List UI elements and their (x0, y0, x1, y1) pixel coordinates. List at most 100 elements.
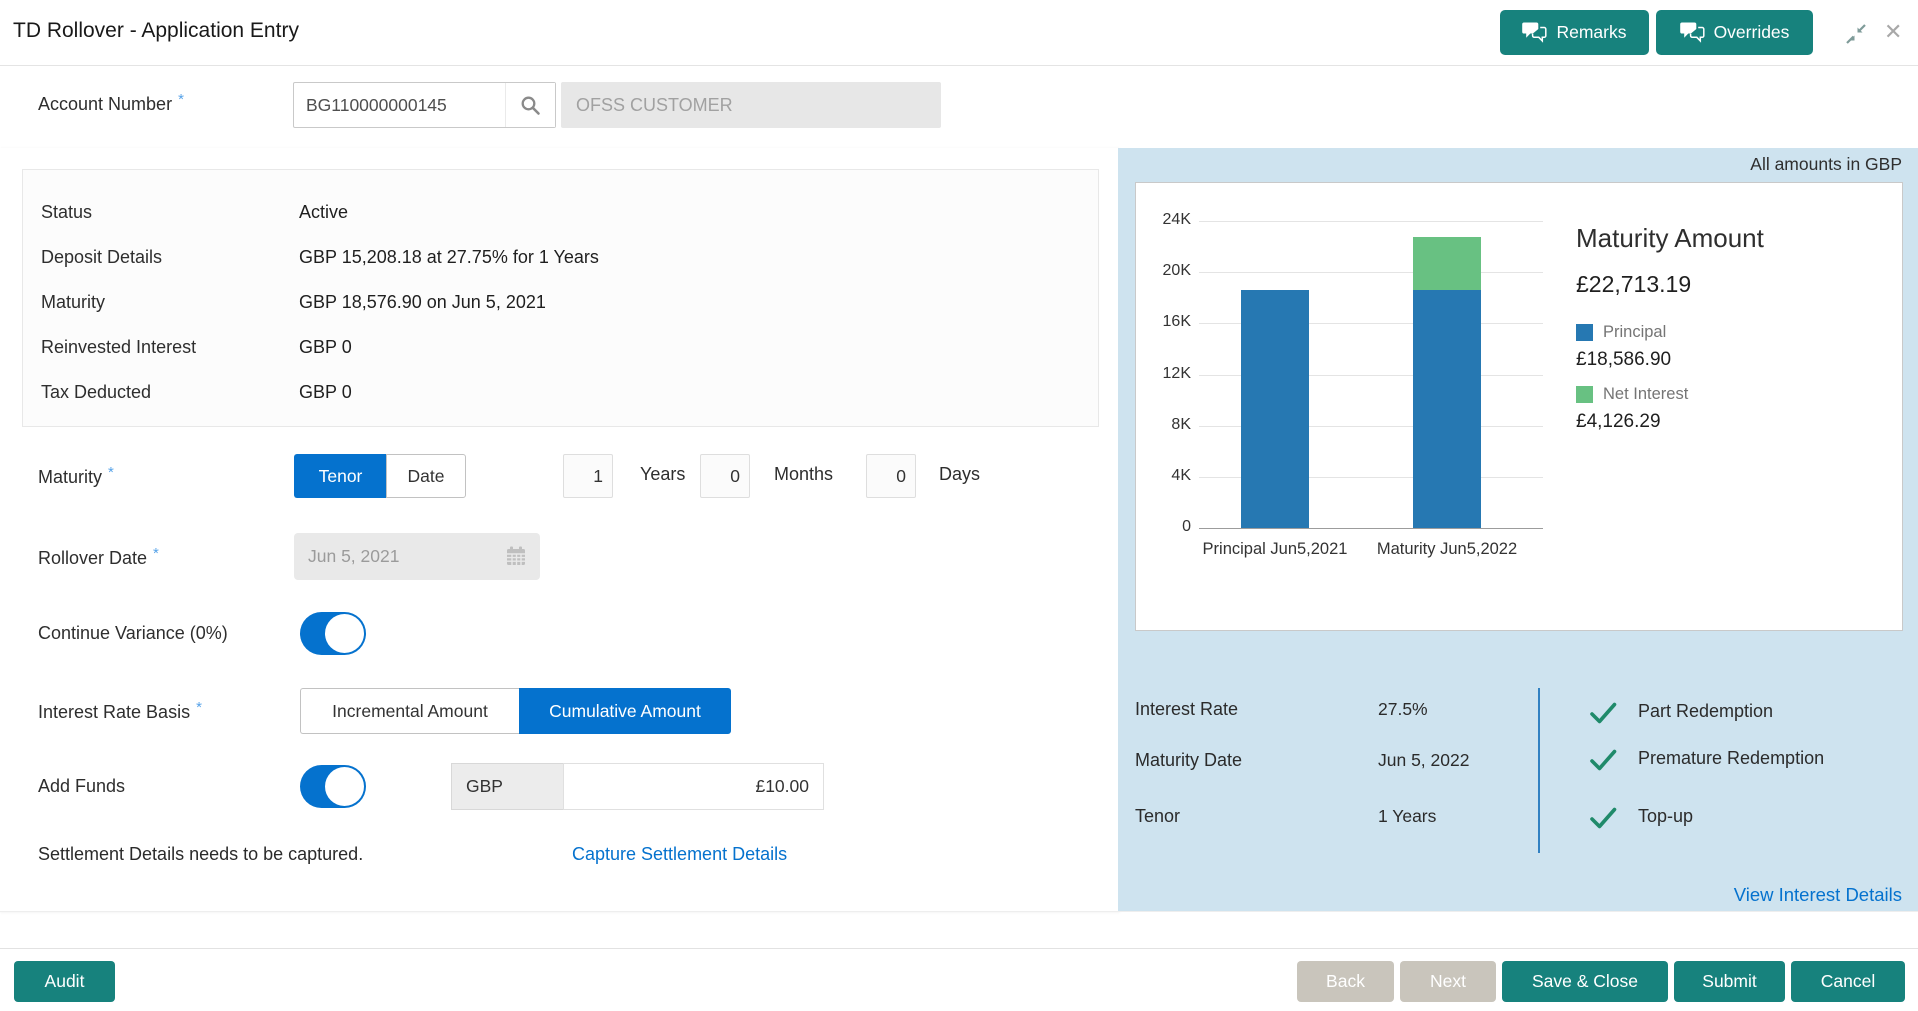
days-label: Days (939, 464, 981, 484)
years-input[interactable] (564, 455, 612, 497)
account-search-button[interactable] (505, 83, 555, 127)
content-separator (0, 911, 1918, 912)
x-axis-line (1199, 528, 1543, 529)
next-button: Next (1400, 961, 1496, 1002)
vertical-divider (1538, 688, 1540, 853)
y-axis-tick-label: 0 (1182, 518, 1191, 535)
summary-row-tax-deducted: Tax Deducted GBP 0 (41, 382, 352, 402)
continue-variance-label: Continue Variance (0%) (38, 623, 228, 643)
rollover-date-field (294, 533, 540, 580)
y-axis-tick-label: 12K (1162, 364, 1191, 382)
bar-principal (1413, 290, 1481, 528)
interest-rate-label: Interest Rate (1135, 699, 1239, 719)
summary-row-reinvested-interest: Reinvested Interest GBP 0 (41, 337, 352, 357)
months-input-box (700, 454, 750, 498)
save-and-close-button[interactable]: Save & Close (1502, 961, 1668, 1002)
months-input[interactable] (701, 455, 749, 497)
account-number-field-group (293, 82, 556, 128)
simulation-panel: All amounts in GBP 24K 20K 16K 12K 8K 4K 0 Prin… (1118, 148, 1918, 911)
legend-value-principal: £18,586.90 (1576, 349, 1672, 370)
customer-name-field: OFSS CUSTOMER (561, 82, 941, 128)
amounts-currency-note: All amounts in GBP (1750, 154, 1902, 174)
incremental-amount-option-button[interactable]: Incremental Amount (300, 688, 519, 734)
continue-variance-toggle[interactable] (300, 612, 366, 655)
required-asterisk: * (196, 699, 202, 716)
cancel-button[interactable]: Cancel (1791, 961, 1905, 1002)
days-input[interactable] (867, 455, 915, 497)
legend-item-principal: Principal (1576, 323, 1666, 342)
check-icon (1588, 700, 1618, 731)
capture-settlement-details-link[interactable]: Capture Settlement Details (572, 844, 787, 865)
bar-principal (1241, 290, 1309, 528)
remarks-button[interactable]: Remarks (1500, 10, 1649, 55)
tenor-option-button[interactable]: Tenor (294, 454, 386, 498)
legend-swatch (1576, 324, 1593, 341)
required-asterisk: * (153, 545, 159, 562)
search-icon (520, 95, 541, 116)
years-label: Years (640, 464, 686, 484)
view-interest-details-link[interactable]: View Interest Details (1734, 884, 1902, 906)
maturity-amount-value: £22,713.19 (1576, 271, 1692, 297)
overrides-icon (1679, 22, 1705, 43)
maturity-date-value: Jun 5, 2022 (1378, 750, 1470, 770)
td-rollover-application-entry: TD Rollover - Application Entry Remarks … (0, 0, 1918, 1011)
deposit-summary-card: Status Active Deposit Details GBP 15,208.1… (22, 169, 1099, 427)
legend-swatch (1576, 386, 1593, 403)
feature-part-redemption: Part Redemption (1638, 701, 1774, 721)
interest-rate-basis-segmented-control: Incremental Amount Cumulative Amount (300, 688, 731, 734)
gridline (1199, 221, 1543, 222)
tenor-value: 1 Years (1378, 806, 1437, 826)
days-input-box (866, 454, 916, 498)
check-icon (1588, 805, 1618, 836)
close-icon[interactable]: ✕ (1884, 17, 1902, 47)
y-axis-tick-label: 20K (1162, 262, 1191, 280)
calendar-icon (505, 545, 527, 572)
y-axis-tick-label: 4K (1171, 466, 1191, 484)
tenor-label: Tenor (1135, 806, 1181, 826)
submit-button[interactable]: Submit (1674, 961, 1785, 1002)
gridline (1199, 272, 1543, 273)
check-icon (1588, 747, 1618, 778)
remarks-icon (1522, 22, 1548, 43)
audit-button[interactable]: Audit (14, 961, 115, 1002)
add-funds-toggle[interactable] (300, 765, 366, 808)
years-input-box (563, 454, 613, 498)
feature-top-up: Top-up (1638, 806, 1694, 826)
account-number-input[interactable] (294, 83, 505, 127)
toggle-knob (325, 767, 364, 806)
add-funds-label: Add Funds (38, 776, 126, 796)
required-asterisk: * (178, 91, 184, 108)
summary-row-maturity: Maturity GBP 18,576.90 on Jun 5, 2021 (41, 292, 546, 312)
required-asterisk: * (108, 464, 114, 481)
date-option-button[interactable]: Date (386, 454, 466, 498)
toggle-knob (325, 614, 364, 653)
maturity-type-segmented-control: Tenor Date (294, 454, 466, 498)
remarks-button-label: Remarks (1556, 22, 1627, 42)
cumulative-amount-option-button[interactable]: Cumulative Amount (519, 688, 731, 734)
feature-premature-redemption: Premature Redemption (1638, 748, 1825, 768)
add-funds-amount-field (563, 763, 824, 810)
back-button: Back (1297, 961, 1394, 1002)
summary-row-deposit-details: Deposit Details GBP 15,208.18 at 27.75% f… (41, 247, 599, 267)
interest-rate-basis-label: Interest Rate Basis * (38, 699, 202, 722)
header: TD Rollover - Application Entry Remarks … (0, 0, 1918, 66)
settlement-message: Settlement Details needs to be captured. (38, 844, 364, 864)
interest-rate-value: 27.5% (1378, 699, 1428, 719)
maturity-chart-card: 24K 20K 16K 12K 8K 4K 0 Principal Jun5,2021 Matu… (1135, 182, 1903, 631)
bar-net-interest (1413, 237, 1481, 291)
collapse-icon[interactable] (1843, 21, 1869, 47)
y-axis-tick-label: 24K (1162, 211, 1191, 228)
y-axis-tick-label: 16K (1162, 313, 1191, 331)
overrides-button-label: Overrides (1713, 22, 1790, 42)
bar-chart: 24K 20K 16K 12K 8K 4K 0 Principal Jun5,2021 Matu… (1136, 183, 1902, 630)
rollover-date-input (294, 533, 540, 580)
currency-field: GBP (451, 763, 563, 810)
overrides-button[interactable]: Overrides (1656, 10, 1813, 55)
y-axis-tick-label: 8K (1171, 415, 1191, 433)
months-label: Months (774, 464, 834, 484)
page-title: TD Rollover - Application Entry (13, 19, 299, 42)
rollover-date-label: Rollover Date * (38, 545, 159, 568)
add-funds-amount-input[interactable] (564, 764, 823, 809)
maturity-date-label: Maturity Date (1135, 750, 1243, 770)
maturity-label: Maturity * (38, 464, 114, 487)
